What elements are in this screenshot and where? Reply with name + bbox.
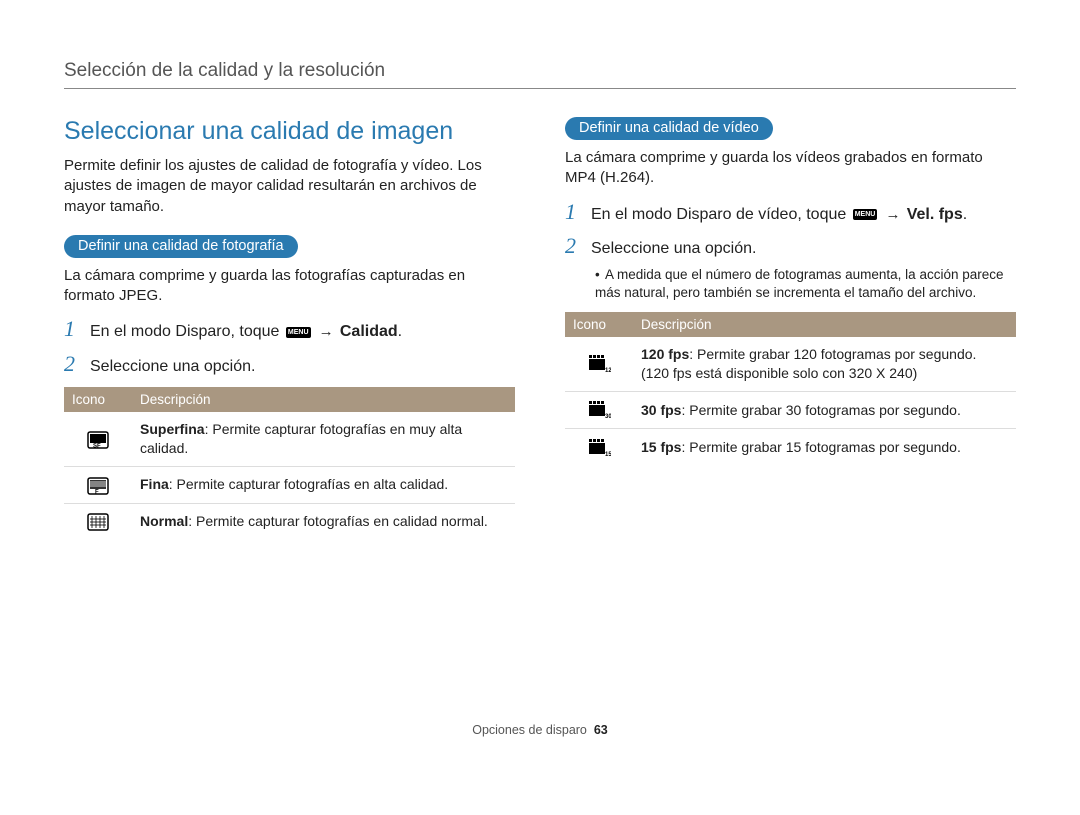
step-number-2: 2 [565, 235, 591, 257]
left-step-2: 2 Seleccione una opción. [64, 353, 515, 378]
step-1-text: En el modo Disparo, toque MENU → Calidad… [90, 321, 402, 343]
step-number-2: 2 [64, 353, 90, 375]
svg-text:15: 15 [605, 452, 611, 458]
table-row: 30 30 fps: Permite grabar 30 fotogramas … [565, 391, 1016, 428]
table-head-icon: Icono [64, 387, 132, 412]
row-text: : Permite grabar 120 fotogramas por segu… [641, 346, 976, 381]
right-step-2: 2 Seleccione una opción. [565, 235, 1016, 260]
fps30-desc: 30 fps: Permite grabar 30 fotogramas por… [633, 391, 1016, 428]
step-number-1: 1 [64, 318, 90, 340]
fine-icon-cell: F [64, 467, 132, 503]
row-text: : Permite capturar fotografías en alta c… [169, 476, 448, 492]
fine-desc: Fina: Permite capturar fotografías en al… [132, 467, 515, 503]
table-row: F Fina: Permite capturar fotografías en … [64, 467, 515, 503]
page-footer: Opciones de disparo 63 [0, 723, 1080, 737]
row-text: : Permite capturar fotografías en calida… [188, 513, 488, 529]
footer-section: Opciones de disparo [472, 723, 587, 737]
svg-text:SF: SF [93, 443, 101, 449]
header-divider [64, 88, 1016, 89]
video-quality-desc: La cámara comprime y guarda los vídeos g… [565, 148, 1016, 189]
menu-icon: MENU [286, 327, 311, 338]
intro-paragraph: Permite definir los ajustes de calidad d… [64, 156, 515, 217]
row-bold: 120 fps [641, 346, 689, 362]
arrow-icon: → [315, 323, 338, 340]
fps30-icon-cell: 30 [565, 391, 633, 428]
row-bold: Normal [140, 513, 188, 529]
right-step-1: 1 En el modo Disparo de vídeo, toque MEN… [565, 201, 1016, 226]
step-1-dot: . [963, 206, 967, 223]
svg-text:120: 120 [605, 368, 611, 374]
svg-text:30: 30 [605, 414, 611, 420]
page-number: 63 [594, 723, 608, 737]
fine-icon: F [87, 477, 109, 495]
superfine-icon-cell: SF [64, 412, 132, 466]
fps15-icon: 15 [587, 438, 611, 458]
left-step-1: 1 En el modo Disparo, toque MENU → Calid… [64, 318, 515, 343]
table-head-icon: Icono [565, 312, 633, 337]
row-bold: Superfina [140, 421, 205, 437]
step-1-dot: . [398, 323, 402, 340]
table-head-desc: Descripción [132, 387, 515, 412]
step-1-text: En el modo Disparo de vídeo, toque MENU … [591, 204, 967, 226]
step-2-text: Seleccione una opción. [591, 238, 756, 260]
fps15-desc: 15 fps: Permite grabar 15 fotogramas por… [633, 429, 1016, 466]
bullet-dot-icon: • [595, 266, 605, 284]
table-row: Normal: Permite capturar fotografías en … [64, 503, 515, 539]
two-column-layout: Seleccionar una calidad de imagen Permit… [64, 117, 1016, 539]
normal-icon [87, 513, 109, 531]
table-row: SF Superfina: Permite capturar fotografí… [64, 412, 515, 466]
section-title: Seleccionar una calidad de imagen [64, 117, 515, 146]
photo-quality-table: Icono Descripción SF Superfina: Permite … [64, 387, 515, 538]
table-row: 15 15 fps: Permite grabar 15 fotogramas … [565, 429, 1016, 466]
svg-text:F: F [95, 489, 99, 495]
superfine-icon: SF [87, 431, 109, 449]
step-1-pretext: En el modo Disparo, toque [90, 323, 284, 340]
normal-icon-cell [64, 503, 132, 539]
step-1-pretext: En el modo Disparo de vídeo, toque [591, 206, 851, 223]
step-1-bold: Calidad [340, 323, 398, 340]
manual-page: Selección de la calidad y la resolución … [0, 0, 1080, 755]
superfine-desc: Superfina: Permite capturar fotografías … [132, 412, 515, 466]
page-header: Selección de la calidad y la resolución [64, 60, 1016, 82]
step-1-bold: Vel. fps [907, 206, 963, 223]
video-fps-table: Icono Descripción 120 120 fps: Permite g… [565, 312, 1016, 465]
table-head-desc: Descripción [633, 312, 1016, 337]
video-quality-pill: Definir una calidad de vídeo [565, 117, 773, 140]
left-column: Seleccionar una calidad de imagen Permit… [64, 117, 515, 539]
right-column: Definir una calidad de vídeo La cámara c… [565, 117, 1016, 539]
bullet-note: •A medida que el número de fotogramas au… [595, 266, 1016, 302]
row-text: : Permite grabar 15 fotogramas por segun… [681, 439, 960, 455]
fps15-icon-cell: 15 [565, 429, 633, 466]
row-bold: 30 fps [641, 402, 681, 418]
row-text: : Permite grabar 30 fotogramas por segun… [681, 402, 960, 418]
arrow-icon: → [881, 206, 904, 223]
photo-quality-desc: La cámara comprime y guarda las fotograf… [64, 266, 515, 307]
normal-desc: Normal: Permite capturar fotografías en … [132, 503, 515, 539]
fps120-icon-cell: 120 [565, 337, 633, 391]
row-bold: Fina [140, 476, 169, 492]
step-2-text: Seleccione una opción. [90, 356, 255, 378]
fps30-icon: 30 [587, 400, 611, 420]
menu-icon: MENU [853, 209, 878, 220]
fps120-icon: 120 [587, 354, 611, 374]
fps120-desc: 120 fps: Permite grabar 120 fotogramas p… [633, 337, 1016, 391]
table-row: 120 120 fps: Permite grabar 120 fotogram… [565, 337, 1016, 391]
step-number-1: 1 [565, 201, 591, 223]
bullet-text: A medida que el número de fotogramas aum… [595, 267, 1004, 300]
photo-quality-pill: Definir una calidad de fotografía [64, 235, 298, 258]
row-bold: 15 fps [641, 439, 681, 455]
